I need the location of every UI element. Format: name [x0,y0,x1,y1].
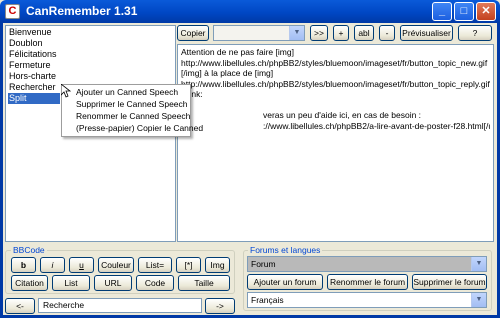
italic-button[interactable]: i [40,257,65,273]
menu-item-delete[interactable]: Supprimer le Canned Speech [76,99,188,110]
chevron-down-icon[interactable]: ▼ [289,26,304,40]
list-item[interactable]: Fermeture [9,60,51,71]
url-button[interactable]: URL [94,275,132,291]
add-forum-button[interactable]: Ajouter un forum [247,274,323,290]
image-button[interactable]: Img [205,257,230,273]
bbcode-legend: BBCode [11,245,47,255]
underline-button[interactable]: u [69,257,94,273]
context-menu[interactable]: Ajouter un Canned Speech Supprimer le Ca… [61,84,203,137]
language-select[interactable]: Français ▼ [247,292,487,308]
text-blank-line [181,100,490,111]
minimize-button[interactable]: _ [432,2,452,21]
list-item-button[interactable]: [*] [176,257,201,273]
list-numbered-button[interactable]: List= [138,257,172,273]
speech-dropdown[interactable]: ▼ [213,25,305,41]
add-button[interactable]: + [333,25,349,41]
search-prev-button[interactable]: <- [5,298,35,314]
abl-button[interactable]: abl [354,25,374,41]
menu-item-copy[interactable]: (Presse-papier) Copier le Canned [76,123,203,134]
list-button[interactable]: List [52,275,90,291]
delete-forum-button[interactable]: Supprimer le forum [412,274,487,290]
speech-text-area[interactable]: Attention de ne pas faire [img] http://w… [177,44,494,242]
code-button[interactable]: Code [136,275,174,291]
preview-button[interactable]: Prévisualiser [400,25,453,41]
list-item[interactable]: Doublon [9,38,43,49]
title-bar[interactable]: C CanRemember 1.31 _ □ ✕ [0,0,500,23]
list-item[interactable]: Bienvenue [9,27,52,38]
text-line: http://www.libellules.ch/phpBB2/styles/b… [181,57,488,68]
help-button[interactable]: ? [458,25,492,41]
mouse-cursor-icon [61,84,71,98]
search-input[interactable]: Recherche [38,298,202,313]
window-title: CanRemember 1.31 [26,4,138,18]
list-item[interactable]: Félicitations [9,49,57,60]
copy-button[interactable]: Copier [177,25,209,41]
menu-item-rename[interactable]: Renommer le Canned Speech [76,111,190,122]
text-line: Attention de ne pas faire [img] [181,47,294,57]
forward-button[interactable]: >> [310,25,328,41]
color-button[interactable]: Couleur [98,257,134,273]
close-button[interactable]: ✕ [476,2,496,21]
bold-button[interactable]: b [11,257,36,273]
text-line: http://www.libellules.ch/phpBB2/styles/b… [181,78,490,89]
text-line: ://www.libellules.ch/phpBB2/a-lire-avant… [263,120,490,131]
chevron-down-icon[interactable]: ▼ [471,257,486,271]
text-line: :wink: [181,89,203,99]
search-next-button[interactable]: -> [205,298,235,314]
quote-button[interactable]: Citation [11,275,48,291]
rename-forum-button[interactable]: Renommer le forum [327,274,408,290]
menu-item-add[interactable]: Ajouter un Canned Speech [76,87,178,98]
app-icon: C [5,4,20,19]
list-item[interactable]: Hors-charte [9,71,56,82]
forum-select-value: Forum [251,259,276,269]
size-button[interactable]: Taille [178,275,230,291]
list-item[interactable]: Rechercher [9,82,56,93]
chevron-down-icon[interactable]: ▼ [471,293,486,307]
text-line: [/img] à la place de [img] [181,68,274,78]
forum-select[interactable]: Forum ▼ [247,256,487,272]
language-select-value: Français [251,295,284,305]
maximize-button[interactable]: □ [454,2,474,21]
forums-legend: Forums et langues [248,245,323,255]
list-item-selected[interactable]: Split [8,93,60,104]
remove-button[interactable]: - [379,25,395,41]
text-line: veras un peu d'aide ici, en cas de besoi… [263,110,422,120]
